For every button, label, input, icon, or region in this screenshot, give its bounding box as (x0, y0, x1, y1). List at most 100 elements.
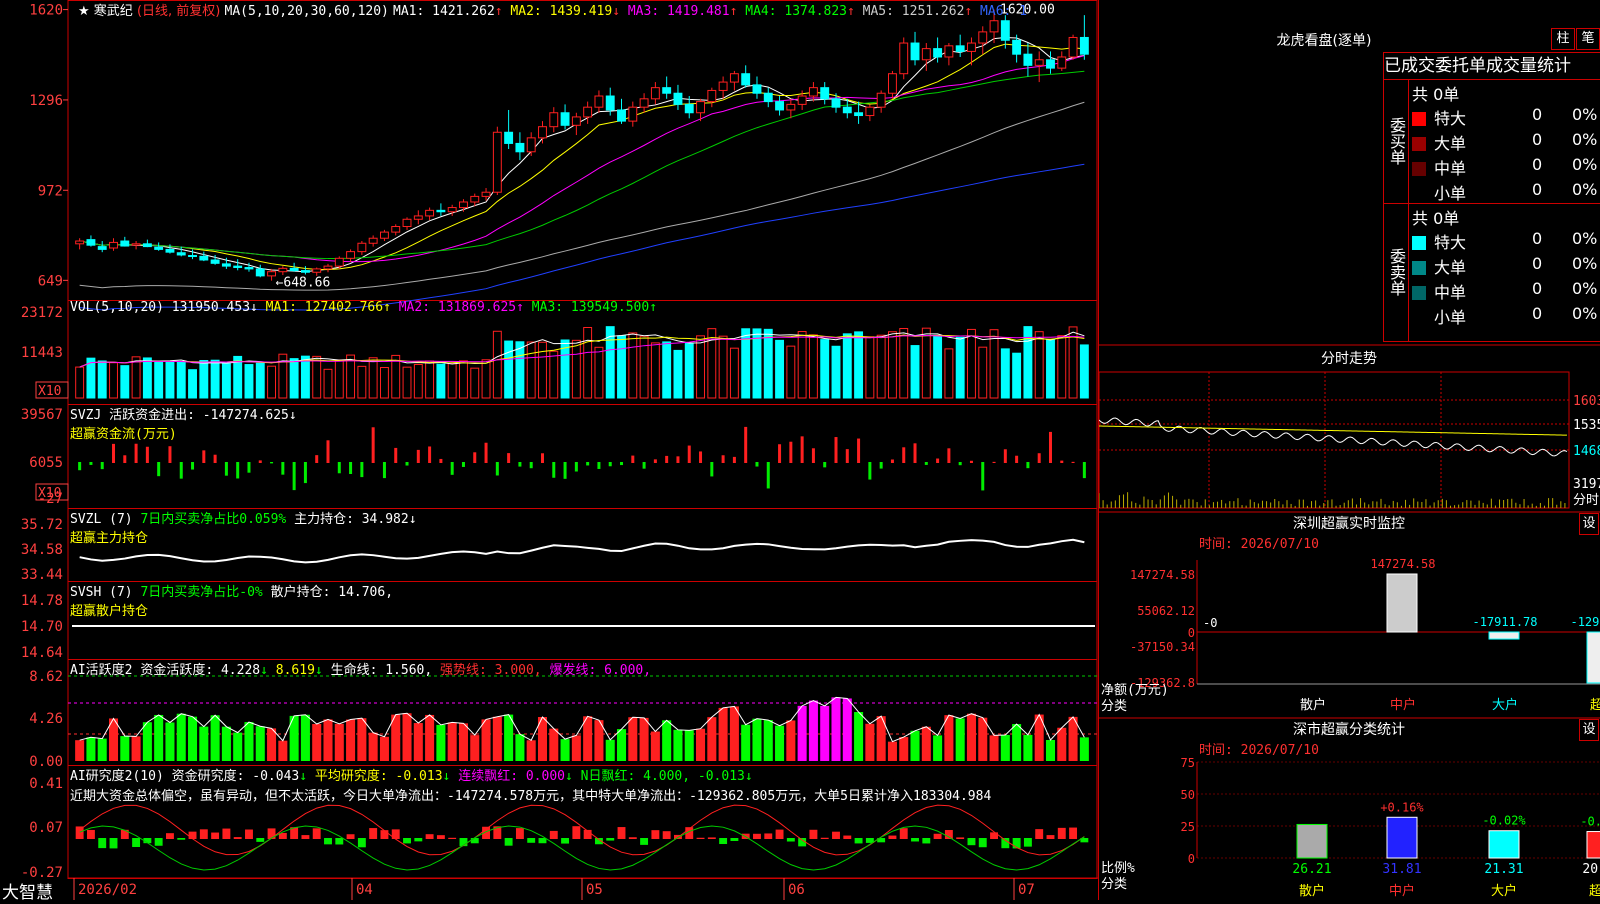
ai-bar-0 (75, 740, 85, 761)
ai-item-1: 8.619 (275, 663, 315, 678)
vol-bar-37 (492, 330, 502, 399)
candle-body-71 (876, 92, 886, 108)
candle-body-39 (515, 142, 525, 153)
candle-body-84 (1023, 53, 1033, 66)
fs-tick-2: 1468 (1573, 444, 1600, 459)
ai-bar-12 (210, 715, 220, 761)
ai-bar-40 (526, 740, 536, 761)
candle-body-24 (346, 251, 356, 259)
ai-bar-62 (775, 725, 785, 761)
yj-line-green (79, 825, 1085, 871)
sz-settings-button[interactable]: 设 (1579, 513, 1599, 535)
candle-body-26 (368, 237, 378, 244)
ai-bar-61 (763, 720, 773, 761)
yj-bar-47 (606, 838, 615, 841)
candle-body-58 (729, 73, 739, 83)
vol-bar-16 (255, 362, 265, 399)
ma-arrow-1: ↓ (612, 4, 621, 19)
candle-body-55 (696, 101, 705, 114)
yj-arrow-3: ↓ (744, 769, 753, 784)
yj-bar-44 (572, 826, 581, 839)
yj-bar-17 (267, 828, 276, 839)
vol-bar-3 (109, 362, 118, 399)
yj-bar-27 (380, 830, 389, 839)
candle-body-14 (233, 265, 243, 269)
svzj-bar-7 (157, 462, 161, 477)
cls-time: 时间: 2026/07/10 (1199, 743, 1319, 758)
ai-bar-16 (255, 726, 265, 761)
yj-bar-88 (1069, 827, 1078, 839)
yj-bar-80 (978, 838, 987, 848)
candle-body-68 (842, 106, 852, 114)
candle-body-0 (75, 240, 85, 245)
vol-bar-20 (300, 355, 310, 399)
vol-bar-69 (854, 331, 864, 399)
chart-area[interactable]: 1620 1296 972 649 1620.00 ←648.66 23172 11443 X1… (0, 0, 1098, 903)
vol-bar-28 (391, 354, 401, 399)
candle-body-63 (786, 103, 796, 111)
candle-body-82 (1000, 20, 1010, 41)
vol-bar-38 (504, 340, 514, 399)
svzj-bar-45 (586, 462, 590, 466)
ai-bar-24 (346, 719, 356, 761)
sz-cat-2: 大户 (1492, 697, 1518, 713)
cls-bar-2 (1488, 830, 1520, 859)
svzl-header: SVZL (7) 7日内买卖净占比0.059% 主力持仓: 34.982↓ 超赢主… (70, 508, 417, 546)
svzj-bar-14 (236, 462, 240, 479)
svzj-bar-58 (732, 456, 736, 463)
ai-item-3: 强势线: 3.000, (440, 663, 542, 678)
candle-body-69 (854, 112, 864, 117)
price-header: ★ 寒武纪 (日线, 前复权) MA(5,10,20,30,60,120) MA… (78, 0, 1027, 19)
stock-name: 寒武纪 (93, 4, 133, 19)
ai-research-header: AI研究度2(10) 资金研究度: -0.043↓ 平均研究度: -0.013↓… (70, 765, 753, 784)
fs-unit-label: 分时 (1573, 493, 1599, 508)
vol-bar-49 (628, 332, 638, 399)
candle-body-49 (628, 106, 638, 122)
svzl-subtitle: 超赢主力持仓 (70, 531, 149, 546)
ai-active-header: AI活跃度2 资金活跃度: 4.228↓ 8.619↓ 生命线: 1.560, … (70, 659, 651, 678)
svzj-bar-27 (382, 462, 386, 479)
candle-body-29 (402, 218, 412, 228)
ai-tick-1: 4.26 (29, 711, 63, 727)
ai-bar-27 (379, 736, 389, 761)
ai-bar-29 (402, 713, 412, 761)
candle-body-9 (176, 252, 186, 256)
vol-bar-63 (786, 345, 796, 399)
cls-settings-button[interactable]: 设 (1579, 719, 1599, 741)
vol-bar-78 (955, 336, 965, 399)
svsh-subtitle: 超赢散户持仓 (70, 604, 149, 619)
svzj-bar-35 (473, 452, 477, 463)
vol-bar-6 (142, 357, 152, 399)
svzj-bar-13 (224, 462, 228, 476)
yj-bar-76 (933, 833, 942, 839)
vol-bar-82 (1000, 348, 1010, 399)
vol-bar-4 (120, 365, 130, 399)
svzj-bar-12 (213, 454, 217, 463)
candle-body-62 (775, 101, 785, 111)
star-icon[interactable]: ★ (78, 4, 94, 19)
cls-chg-1: +0.16% (1380, 800, 1424, 814)
svzj-bar-19 (292, 462, 296, 491)
svzj-bar-28 (394, 447, 398, 463)
ai-bar-5 (131, 736, 141, 761)
cls-chg-2: -0.02% (1482, 814, 1526, 828)
candle-body-38 (504, 131, 514, 144)
candle-body-72 (887, 73, 897, 94)
ai-bar-42 (549, 728, 559, 761)
vol-bar-2 (97, 360, 107, 399)
svzl-title: SVZL (7) (70, 512, 141, 527)
candle-body-88 (1068, 36, 1078, 58)
candle-body-2 (97, 246, 107, 250)
yj-bar-10 (188, 831, 197, 839)
vol-bar-26 (368, 357, 378, 399)
ai-bar-47 (605, 739, 615, 761)
vol-bar-86 (1046, 339, 1055, 399)
vol-bar-65 (808, 334, 818, 399)
panel-frame-0 (67, 0, 1098, 301)
yj-bar-30 (414, 838, 423, 842)
ai-bar-76 (933, 735, 943, 761)
ai-bar-35 (470, 735, 480, 761)
svzl-tick-2: 33.44 (21, 567, 63, 583)
ai-bar-31 (425, 714, 435, 761)
vol-bar-7 (154, 361, 164, 399)
